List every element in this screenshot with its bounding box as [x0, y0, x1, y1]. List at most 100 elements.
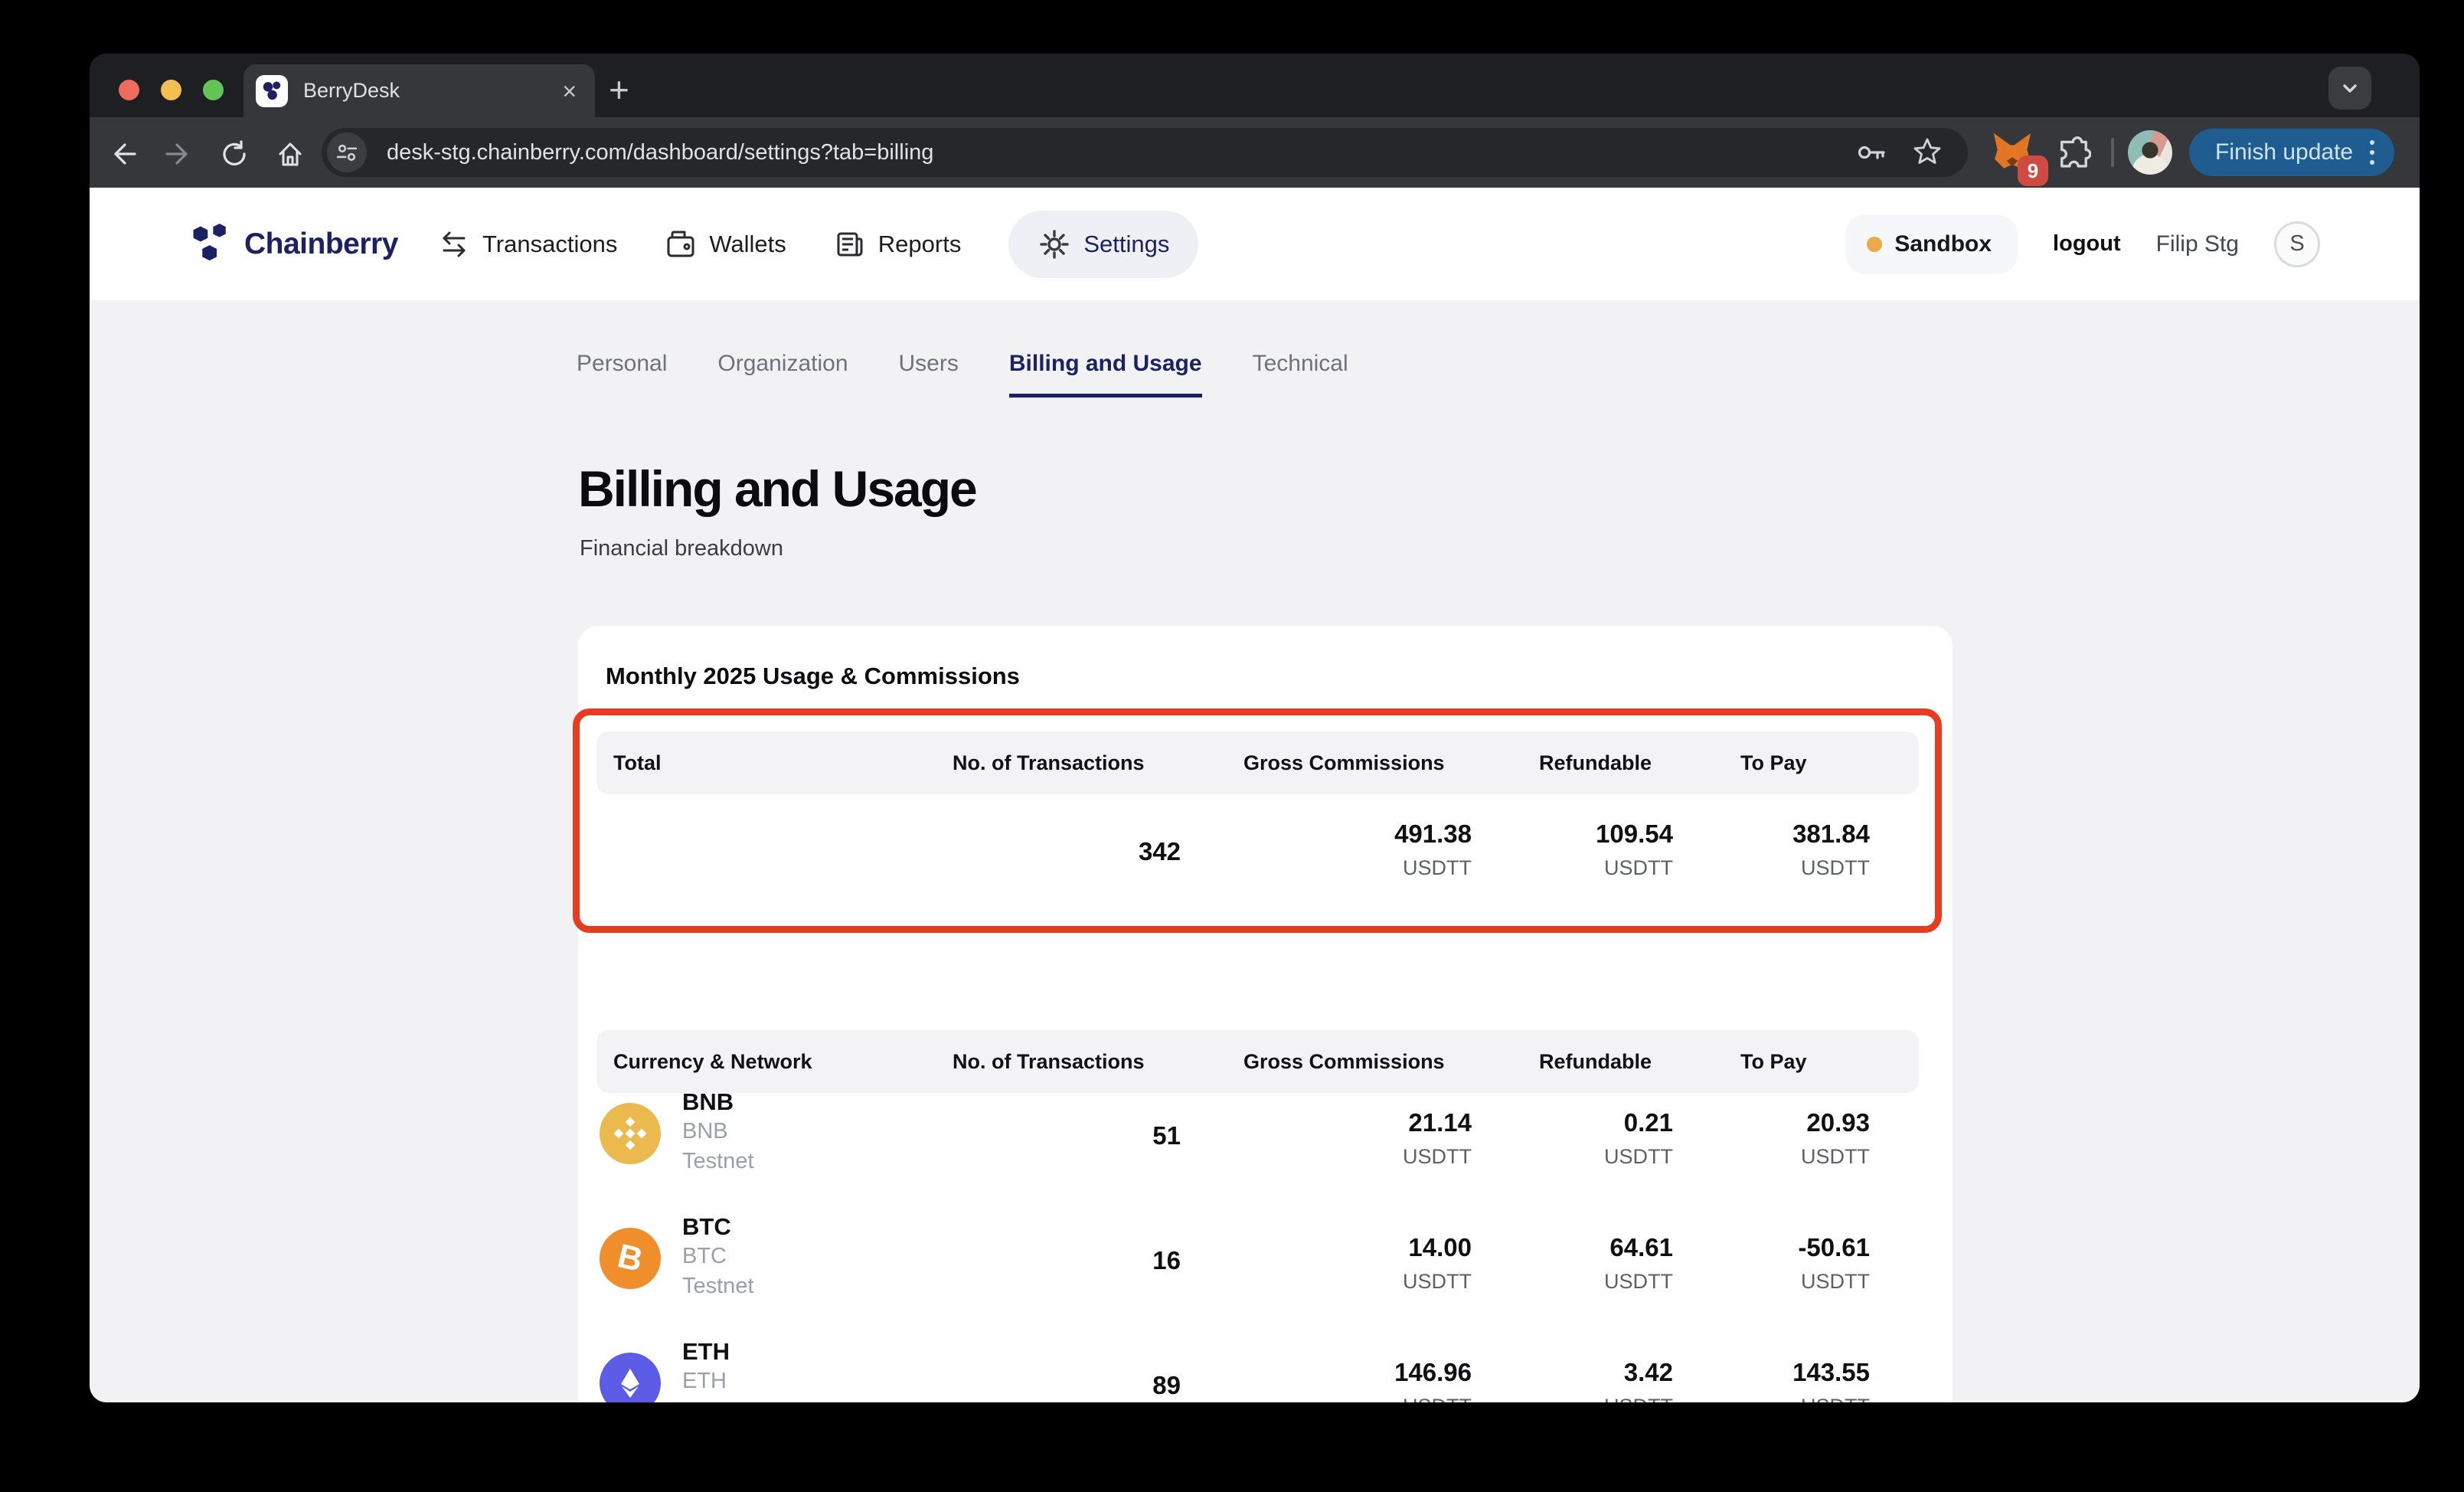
window-zoom-button[interactable]: [203, 80, 224, 100]
settings-tabs: Personal Organization Users Billing and …: [577, 351, 1348, 398]
url-bar[interactable]: desk-stg.chainberry.com/dashboard/settin…: [322, 128, 1968, 177]
reload-icon: [219, 139, 250, 169]
row-to-pay: -50.61 USDTT: [1740, 1211, 1919, 1336]
wallets-icon: [665, 228, 697, 260]
column-header: Gross Commissions: [1243, 1050, 1539, 1074]
row-refundable: 64.61 USDTT: [1539, 1211, 1740, 1336]
app-navbar: Chainberry Transactions Wallets Reports …: [90, 188, 2420, 300]
tab-technical[interactable]: Technical: [1253, 351, 1348, 398]
toolbar-divider: [2111, 138, 2114, 167]
asset-network-type: Testnet: [682, 1147, 754, 1176]
billing-card: Monthly 2025 Usage & Commissions Total N…: [578, 626, 1953, 1402]
user-avatar[interactable]: S: [2274, 221, 2320, 267]
home-button[interactable]: [273, 137, 307, 171]
browser-menu-icon[interactable]: [2370, 140, 2374, 165]
traffic-lights: [119, 80, 224, 100]
tab-users[interactable]: Users: [899, 351, 959, 398]
row-to-pay: 20.93 USDTT: [1740, 1086, 1919, 1211]
tab-billing-and-usage[interactable]: Billing and Usage: [1009, 351, 1202, 398]
tab-organization[interactable]: Organization: [717, 351, 848, 398]
column-header: Total: [596, 751, 953, 775]
nav-item-transactions[interactable]: Transactions: [438, 228, 617, 260]
window-close-button[interactable]: [119, 80, 139, 100]
tab-title: BerryDesk: [303, 79, 400, 103]
total-transactions: 342: [953, 807, 1243, 880]
chainberry-brand[interactable]: Chainberry: [189, 188, 398, 300]
browser-tab[interactable]: BerryDesk ×: [243, 64, 595, 117]
reload-button[interactable]: [217, 137, 251, 171]
row-refundable: 3.42 USDTT: [1539, 1336, 1740, 1402]
nav-label: Transactions: [482, 231, 617, 258]
window-minimize-button[interactable]: [161, 80, 181, 100]
column-header: Refundable: [1539, 1050, 1740, 1074]
extensions-puzzle-icon[interactable]: [2050, 133, 2091, 178]
finish-update-button[interactable]: Finish update: [2189, 129, 2394, 176]
site-info-icon[interactable]: [327, 133, 367, 172]
bookmark-star-icon[interactable]: [1911, 136, 1943, 172]
asset-network-type: Testnet: [682, 1271, 754, 1301]
browser-profile-avatar[interactable]: [2128, 130, 2172, 175]
bnb-coin-icon: [600, 1103, 661, 1164]
total-to-pay: 381.84 USDTT: [1740, 807, 1919, 880]
brand-name: Chainberry: [244, 227, 398, 261]
column-header: To Pay: [1740, 751, 1919, 775]
row-gross-commissions: 146.96 USDTT: [1243, 1336, 1539, 1402]
asset-labels: BNB BNB Testnet: [682, 1086, 754, 1211]
total-gross-commissions: 491.38 USDTT: [1243, 807, 1539, 880]
page-content: Personal Organization Users Billing and …: [90, 300, 2420, 1402]
forward-button[interactable]: [162, 137, 195, 171]
user-name: Filip Stg: [2156, 231, 2239, 257]
asset-network-type: Testnet: [682, 1396, 754, 1402]
transactions-icon: [438, 228, 470, 260]
row-transactions: 16: [953, 1211, 1243, 1336]
browser-tabstrip: BerryDesk × +: [90, 54, 2420, 117]
nav-item-reports[interactable]: Reports: [834, 228, 962, 260]
nav-label: Reports: [878, 231, 962, 258]
asset-network: BNB: [682, 1117, 754, 1147]
tab-personal[interactable]: Personal: [577, 351, 667, 398]
home-icon: [275, 139, 306, 169]
environment-dot-icon: [1867, 237, 1882, 252]
nav-item-wallets[interactable]: Wallets: [665, 228, 786, 260]
column-header: To Pay: [1740, 1050, 1919, 1074]
asset-network: ETH: [682, 1366, 754, 1396]
logout-button[interactable]: logout: [2053, 231, 2121, 257]
card-title: Monthly 2025 Usage & Commissions: [606, 663, 1020, 690]
row-refundable: 0.21 USDTT: [1539, 1086, 1740, 1211]
eth-coin-icon: [600, 1353, 661, 1402]
table-row-eth: ETH ETH Testnet 89 146.96 USDTT 3.42 USD…: [596, 1336, 1919, 1402]
row-gross-commissions: 21.14 USDTT: [1243, 1086, 1539, 1211]
tab-close-icon[interactable]: ×: [562, 79, 577, 103]
page-subtitle: Financial breakdown: [580, 536, 783, 561]
nav-item-settings[interactable]: Settings: [1008, 211, 1198, 278]
column-header: Refundable: [1539, 751, 1740, 775]
new-tab-button[interactable]: +: [609, 69, 629, 110]
column-header: No. of Transactions: [953, 751, 1243, 775]
extension-badge: 9: [2018, 155, 2048, 186]
breakdown-table-header: Currency & Network No. of Transactions G…: [596, 1030, 1919, 1093]
row-gross-commissions: 14.00 USDTT: [1243, 1211, 1539, 1336]
asset-cell: BNB BNB Testnet: [596, 1086, 953, 1211]
total-refundable: 109.54 USDTT: [1539, 807, 1740, 880]
back-arrow-icon: [108, 139, 139, 169]
chainberry-logo-icon: [189, 224, 234, 265]
url-text: desk-stg.chainberry.com/dashboard/settin…: [387, 140, 933, 165]
finish-update-label: Finish update: [2215, 139, 2353, 165]
chevron-down-icon: [2338, 76, 2362, 100]
tab-search-button[interactable]: [2328, 67, 2371, 110]
main-navigation: Transactions Wallets Reports Settings: [438, 188, 1198, 300]
navbar-right: Sandbox logout Filip Stg S: [1845, 188, 2320, 300]
browser-toolbar: desk-stg.chainberry.com/dashboard/settin…: [90, 117, 2420, 188]
totals-table-header: Total No. of Transactions Gross Commissi…: [596, 731, 1919, 794]
forward-arrow-icon: [163, 139, 194, 169]
environment-badge[interactable]: Sandbox: [1845, 214, 2018, 274]
asset-symbol: BTC: [682, 1212, 754, 1242]
btc-coin-icon: B: [600, 1228, 661, 1289]
table-row-btc: B BTC BTC Testnet 16 14.00 USDTT: [596, 1211, 1919, 1336]
asset-symbol: BNB: [682, 1088, 754, 1117]
totals-empty-cell: [596, 807, 953, 880]
asset-cell: B BTC BTC Testnet: [596, 1211, 953, 1336]
password-key-icon[interactable]: [1855, 136, 1888, 173]
back-button[interactable]: [106, 137, 140, 171]
nav-label: Wallets: [709, 231, 786, 258]
